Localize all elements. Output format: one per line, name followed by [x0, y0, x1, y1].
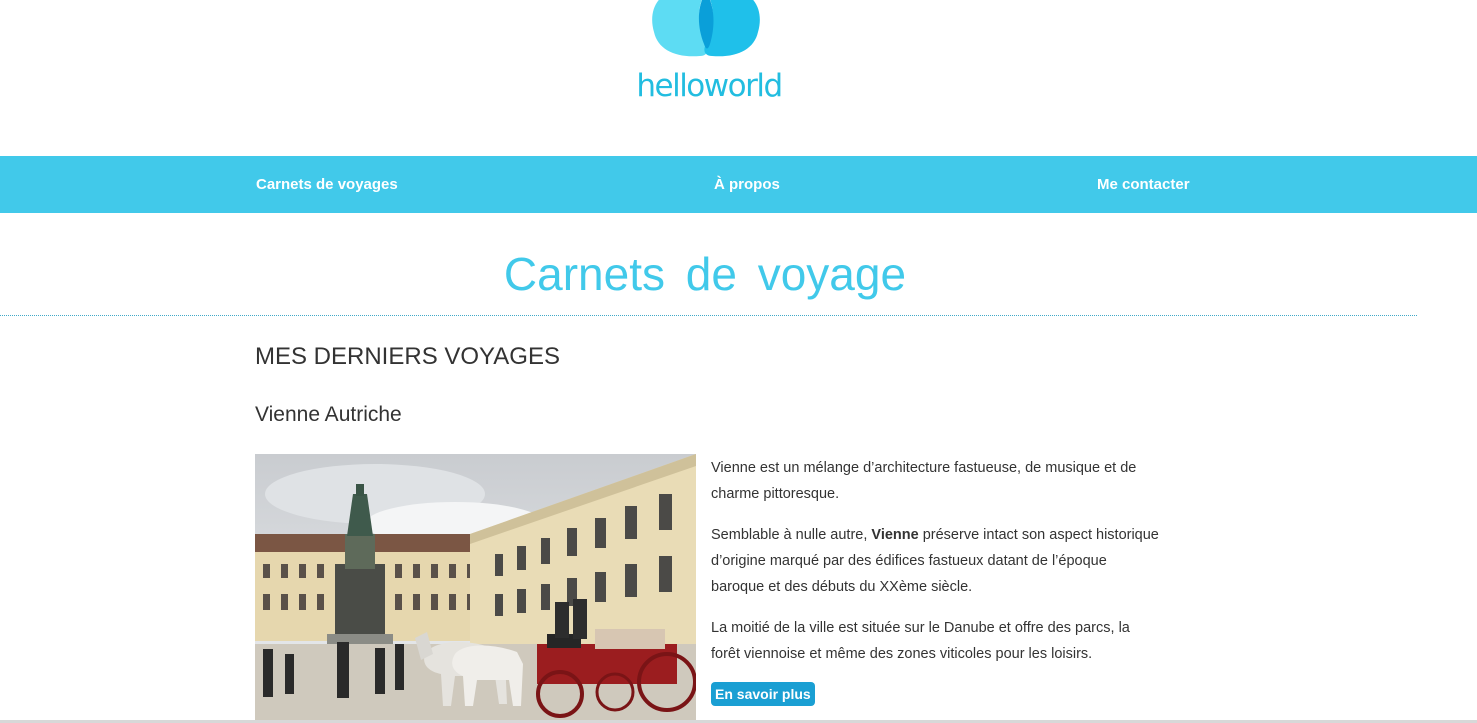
trip-paragraph-2-bold: Vienne	[871, 527, 919, 543]
nav-item-a-propos[interactable]: À propos	[714, 156, 780, 213]
read-more-button[interactable]: En savoir plus	[711, 682, 815, 706]
trip-paragraph-2: Semblable à nulle autre, Vienne préserve…	[711, 522, 1161, 600]
nav-item-carnets[interactable]: Carnets de voyages	[256, 156, 398, 213]
trip-title[interactable]: Vienne Autriche	[255, 403, 402, 427]
page-title: Carnets de voyage	[503, 248, 907, 300]
main-navigation: Carnets de voyages À propos Me contacter	[0, 156, 1477, 213]
site-header: helloworld	[0, 0, 1477, 156]
section-heading: MES DERNIERS VOYAGES	[255, 343, 560, 370]
heart-cloud-logo-icon	[652, 0, 760, 57]
trip-paragraph-3: La moitié de la ville est située sur le …	[711, 620, 1130, 662]
logo-wordmark: helloworld	[636, 68, 783, 104]
trip-description: Vienne est un mélange d’architecture fas…	[711, 455, 1161, 682]
trip-paragraph-2-start: Semblable à nulle autre,	[711, 527, 872, 543]
vienna-photo-illustration	[255, 454, 696, 723]
vienna-photo[interactable]	[255, 454, 696, 723]
trip-paragraph-1: Vienne est un mélange d’architecture fas…	[711, 460, 1137, 502]
nav-item-contact[interactable]: Me contacter	[1097, 156, 1190, 213]
title-divider	[0, 315, 1417, 316]
site-logo[interactable]: helloworld	[622, 0, 792, 110]
